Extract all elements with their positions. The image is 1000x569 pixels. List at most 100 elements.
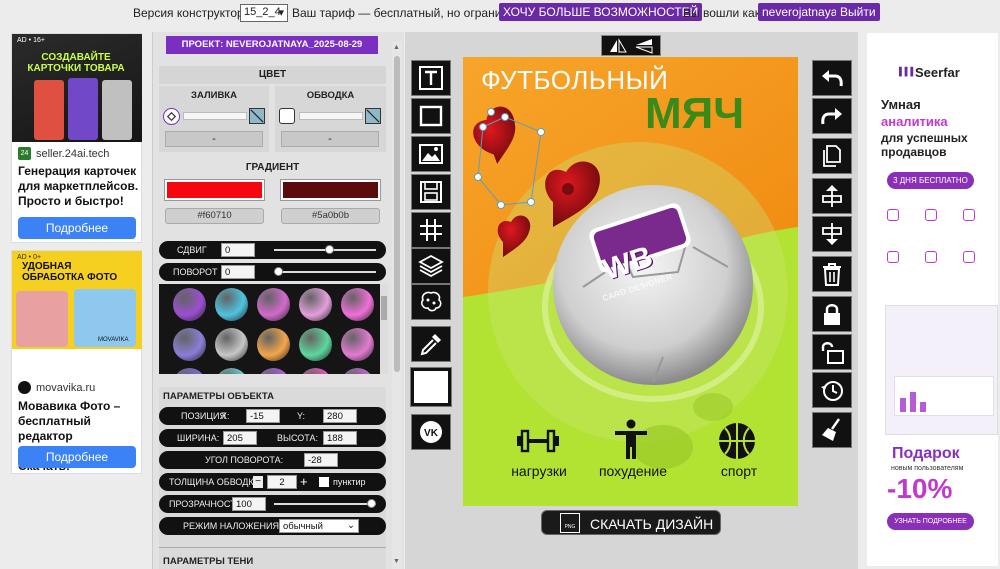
panel-scrollbar[interactable]: ▲ ▼ bbox=[392, 42, 402, 569]
ad-image-title: СОЗДАВАЙТЕ КАРТОЧКИ ТОВАРА bbox=[27, 52, 125, 74]
slider-knob[interactable] bbox=[367, 499, 376, 508]
left-ad-2[interactable]: AD • 0+ УДОБНАЯ ОБРАБОТКА ФОТО MOVAVIKA … bbox=[11, 250, 142, 474]
opacity-input[interactable]: 100 bbox=[232, 497, 266, 511]
settings-panel: ПРОЕКТ: NEVEROJATNAYA_2025-08-29 ЦВЕТ ЗА… bbox=[152, 32, 404, 569]
ad-more-button[interactable]: УЗНАТЬ ПОДРОБНЕЕ bbox=[887, 513, 974, 530]
stroke-width-input[interactable]: 2 bbox=[267, 475, 297, 489]
x-label: X: bbox=[221, 411, 230, 421]
width-input[interactable]: 205 bbox=[223, 431, 257, 445]
flip-horizontal-icon[interactable] bbox=[608, 38, 628, 57]
gradient-hex-1[interactable]: #f60710 bbox=[165, 208, 264, 224]
broom-icon[interactable] bbox=[812, 412, 852, 448]
more-features-button[interactable]: ХОЧУ БОЛЬШЕ ВОЗМОЖНОСТЕЙ bbox=[499, 3, 703, 21]
unlock-icon[interactable] bbox=[812, 334, 852, 370]
height-input[interactable]: 188 bbox=[323, 431, 357, 445]
ad-free-button[interactable]: 3 ДНЯ БЕСПЛАТНО bbox=[887, 172, 974, 189]
eyedropper-tool-icon[interactable] bbox=[411, 326, 451, 362]
palette-swatch[interactable] bbox=[173, 288, 206, 321]
dashed-checkbox[interactable] bbox=[319, 477, 329, 487]
y-input[interactable]: 280 bbox=[323, 409, 357, 423]
rotate-input[interactable]: 0 bbox=[221, 265, 255, 279]
ad-image-sub: MOVAVIKA bbox=[98, 337, 129, 343]
ad-more-button[interactable]: Подробнее bbox=[18, 217, 136, 239]
rotate-row: ПОВОРОТ 0 bbox=[159, 263, 386, 281]
palette-swatch[interactable] bbox=[257, 328, 290, 361]
ad-feature-grid bbox=[881, 205, 986, 291]
fill-bucket-icon[interactable] bbox=[163, 108, 180, 125]
undo-icon[interactable] bbox=[812, 60, 852, 96]
trash-icon[interactable] bbox=[812, 256, 852, 292]
lock-icon[interactable] bbox=[812, 296, 852, 332]
gradient-color-1[interactable] bbox=[165, 180, 264, 200]
blend-select[interactable]: обычный ⌄ bbox=[279, 519, 359, 533]
feature-label: нагрузки bbox=[511, 463, 567, 479]
left-ad-1[interactable]: AD • 16+ СОЗДАВАЙТЕ КАРТОЧКИ ТОВАРА 24 s… bbox=[11, 33, 142, 243]
right-ad[interactable]: ▌▌▌ Seerfar Умная аналитика для успешных… bbox=[867, 33, 998, 566]
palette-swatch[interactable] bbox=[173, 328, 206, 361]
color-swatch[interactable] bbox=[410, 367, 452, 407]
no-fill-icon[interactable] bbox=[249, 108, 265, 124]
no-stroke-icon[interactable] bbox=[365, 108, 381, 124]
palette-swatch[interactable] bbox=[215, 328, 248, 361]
grid-tool-icon[interactable] bbox=[411, 212, 451, 248]
version-select[interactable]: 15_2_4 ▾ bbox=[240, 4, 288, 22]
gradient-color-2[interactable] bbox=[281, 180, 380, 200]
palette-swatch[interactable] bbox=[257, 368, 290, 374]
slider-knob[interactable] bbox=[325, 245, 335, 254]
gradient-hex-2[interactable]: #5a0b0b bbox=[281, 208, 380, 224]
fill-color-bar[interactable] bbox=[183, 112, 247, 120]
ad-domain[interactable]: seller.24ai.tech bbox=[36, 148, 109, 160]
palette-scrollbar[interactable] bbox=[380, 284, 388, 374]
ad-phone bbox=[68, 78, 98, 140]
ad-discount: -10% bbox=[887, 473, 953, 504]
download-button[interactable]: PNG СКАЧАТЬ ДИЗАЙН bbox=[541, 510, 721, 535]
brain-tool-icon[interactable] bbox=[411, 284, 451, 320]
flip-vertical-icon[interactable] bbox=[634, 38, 654, 57]
ad-mark: AD • 16+ bbox=[17, 37, 45, 44]
logout-button[interactable]: Выйти bbox=[836, 3, 880, 21]
save-tool-icon[interactable] bbox=[411, 174, 451, 210]
palette-swatch[interactable] bbox=[299, 288, 332, 321]
rotate-slider[interactable] bbox=[274, 267, 376, 276]
frame-tool-icon[interactable] bbox=[411, 98, 451, 134]
layer-down-icon[interactable] bbox=[812, 216, 852, 252]
ad-domain[interactable]: movavika.ru bbox=[36, 382, 95, 394]
palette-swatch[interactable] bbox=[341, 368, 374, 374]
ad-more-button[interactable]: Подробнее bbox=[18, 446, 136, 468]
plus-button[interactable]: + bbox=[300, 475, 308, 488]
layer-up-icon[interactable] bbox=[812, 178, 852, 214]
palette-swatch[interactable] bbox=[341, 328, 374, 361]
person-icon bbox=[613, 419, 649, 464]
stroke-value[interactable]: - bbox=[281, 131, 379, 147]
palette-swatch[interactable] bbox=[341, 288, 374, 321]
stroke-box-icon[interactable] bbox=[279, 108, 295, 124]
palette-swatch[interactable] bbox=[257, 288, 290, 321]
vk-icon[interactable]: VK bbox=[411, 414, 451, 450]
username-badge[interactable]: neverojatnaya bbox=[758, 3, 842, 21]
slider-knob[interactable] bbox=[274, 267, 283, 276]
shadow-params-title: ПАРАМЕТРЫ ТЕНИ bbox=[163, 556, 254, 567]
ad-headline-3: для успешных продавцов bbox=[881, 131, 968, 159]
fill-value[interactable]: - bbox=[165, 131, 263, 147]
x-input[interactable]: -15 bbox=[246, 409, 280, 423]
redo-icon[interactable] bbox=[812, 98, 852, 134]
angle-input[interactable]: -28 bbox=[304, 453, 338, 467]
palette-swatch[interactable] bbox=[215, 288, 248, 321]
layers-tool-icon[interactable] bbox=[411, 248, 451, 284]
design-canvas[interactable]: ФУТБОЛЬНЫЙ МЯЧ WB CARD DESIGNER нагрузки… bbox=[463, 57, 798, 506]
palette-swatch[interactable] bbox=[215, 368, 248, 374]
copy-icon[interactable] bbox=[812, 138, 852, 174]
history-icon[interactable] bbox=[812, 372, 852, 408]
palette-swatch[interactable] bbox=[299, 368, 332, 374]
stroke-color-bar[interactable] bbox=[299, 112, 363, 120]
palette-swatch[interactable] bbox=[173, 368, 206, 374]
shift-slider[interactable] bbox=[274, 245, 376, 254]
text-tool-icon[interactable] bbox=[411, 60, 451, 96]
gradient-label: ГРАДИЕНТ bbox=[159, 162, 386, 178]
ad-text[interactable]: Генерация карточек для маркетплейсов. Пр… bbox=[18, 164, 140, 209]
palette-swatch[interactable] bbox=[299, 328, 332, 361]
opacity-slider[interactable] bbox=[274, 499, 376, 508]
minus-button[interactable]: − bbox=[253, 476, 263, 488]
shift-input[interactable]: 0 bbox=[221, 243, 255, 257]
image-tool-icon[interactable] bbox=[411, 136, 451, 172]
